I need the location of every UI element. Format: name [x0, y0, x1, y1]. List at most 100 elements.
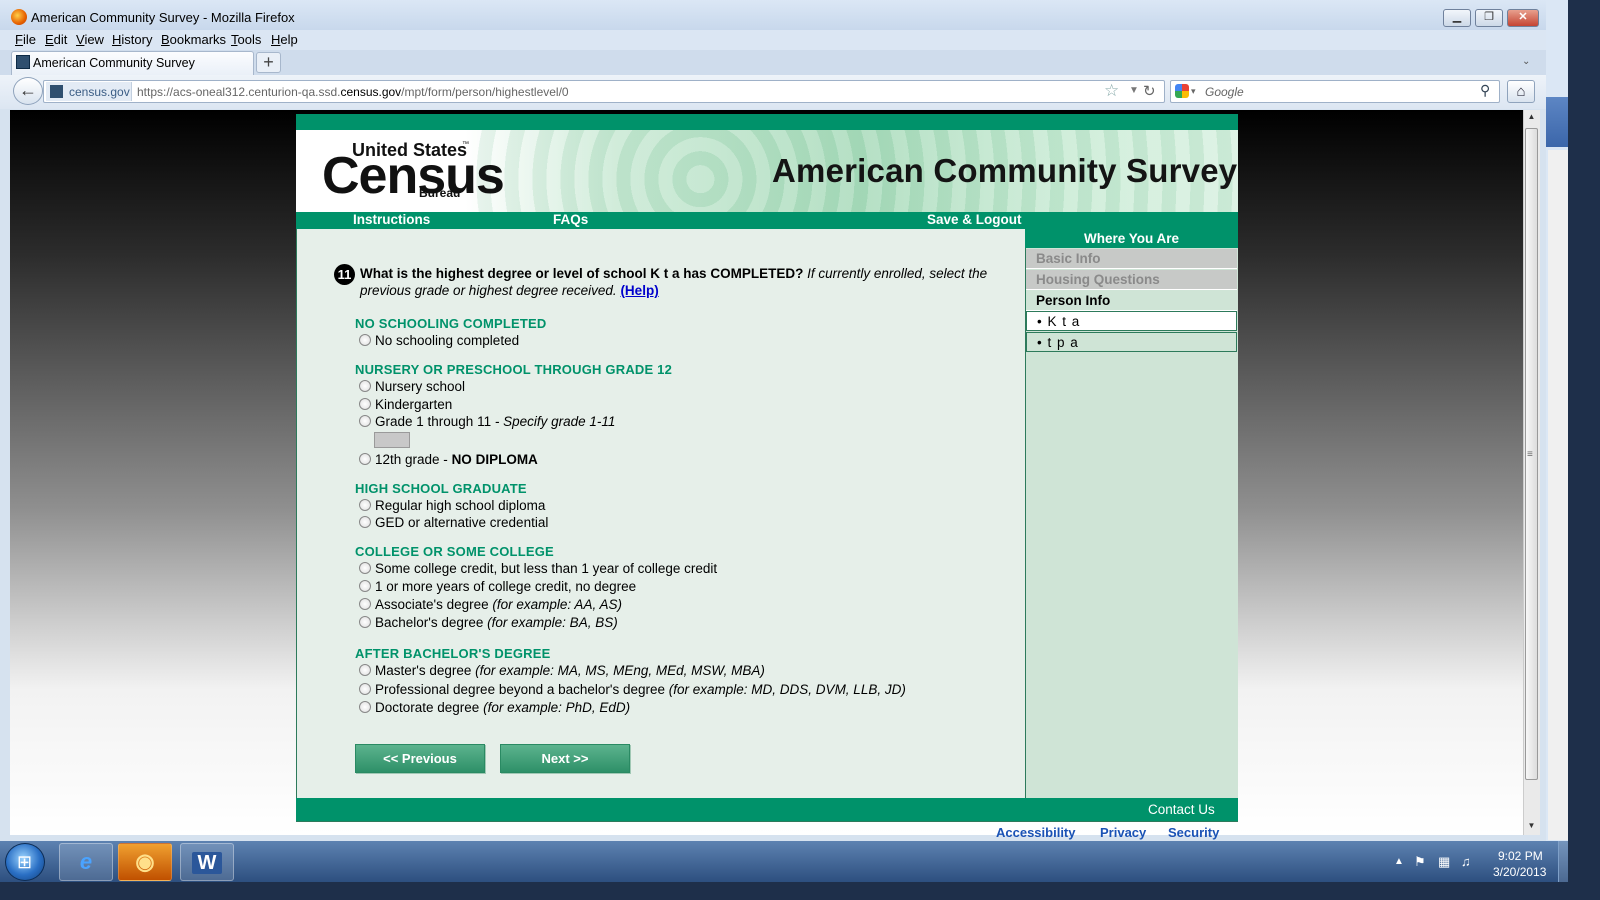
option-no-schooling[interactable]: No schooling completed	[359, 332, 519, 350]
option-label: Master's degree	[375, 663, 476, 678]
taskbar-internet-explorer[interactable]: e	[59, 843, 113, 881]
site-favicon-icon	[50, 85, 63, 98]
option-hint: (for example: MD, DDS, DVM, LLB, JD)	[668, 682, 906, 697]
option-ged[interactable]: GED or alternative credential	[359, 514, 548, 532]
menu-view[interactable]: View	[76, 32, 104, 47]
faqs-link[interactable]: FAQs	[553, 212, 588, 227]
menu-file[interactable]: File	[15, 32, 36, 47]
show-hidden-icons-button[interactable]: ▲	[1394, 856, 1404, 867]
option-bachelors-degree[interactable]: Bachelor's degree (for example: BA, BS)	[359, 614, 618, 632]
option-regular-diploma[interactable]: Regular high school diploma	[359, 497, 545, 515]
radio-button[interactable]	[359, 499, 371, 511]
option-professional-degree[interactable]: Professional degree beyond a bachelor's …	[359, 681, 906, 699]
census-logo[interactable]: Census	[322, 146, 505, 206]
question-number-badge: 11	[334, 264, 355, 285]
radio-button[interactable]	[359, 580, 371, 592]
radio-button[interactable]	[359, 380, 371, 392]
option-hint: - Specify grade 1-11	[491, 414, 616, 429]
new-tab-button[interactable]: +	[256, 52, 281, 73]
home-button[interactable]: ⌂	[1507, 80, 1535, 103]
radio-button[interactable]	[359, 562, 371, 574]
menu-edit[interactable]: Edit	[45, 32, 67, 47]
accessibility-link[interactable]: Accessibility	[996, 825, 1076, 840]
menu-tools[interactable]: Tools	[231, 32, 261, 47]
menu-label: ile	[22, 32, 36, 47]
option-grade-1-11[interactable]: Grade 1 through 11 - Specify grade 1-11	[359, 413, 615, 431]
taskbar-firefox[interactable]: ◉	[118, 843, 172, 881]
radio-button[interactable]	[359, 516, 371, 528]
window-title: American Community Survey - Mozilla Fire…	[31, 10, 295, 25]
search-icon[interactable]: ⚲	[1480, 82, 1490, 99]
back-button[interactable]: ←	[13, 77, 43, 105]
grade-specify-input[interactable]	[374, 432, 410, 448]
option-masters-degree[interactable]: Master's degree (for example: MA, MS, ME…	[359, 662, 765, 680]
show-desktop-button[interactable]	[1558, 841, 1568, 882]
menu-accel: E	[45, 32, 54, 47]
save-logout-link[interactable]: Save & Logout	[927, 212, 1022, 227]
radio-button[interactable]	[359, 664, 371, 676]
privacy-link[interactable]: Privacy	[1100, 825, 1146, 840]
option-label: No schooling completed	[375, 333, 520, 348]
volume-icon[interactable]: ♫	[1461, 854, 1471, 869]
sidebar-item-basic-info[interactable]: Basic Info	[1026, 249, 1237, 269]
windows-taskbar	[0, 841, 1568, 882]
option-associates-degree[interactable]: Associate's degree (for example: AA, AS)	[359, 596, 622, 614]
clock-time[interactable]: 9:02 PM	[1498, 849, 1543, 863]
menu-bookmarks[interactable]: Bookmarks	[161, 32, 226, 47]
contact-us-link[interactable]: Contact Us	[1148, 802, 1215, 817]
radio-button[interactable]	[359, 616, 371, 628]
reload-icon[interactable]: ↻	[1143, 82, 1156, 100]
url-domain: census.gov	[340, 85, 402, 99]
menu-label: ookmarks	[169, 32, 227, 47]
option-hint: (for example: AA, AS)	[492, 597, 622, 612]
tab-list-icon[interactable]: ⌄	[1522, 56, 1530, 67]
radio-button[interactable]	[359, 598, 371, 610]
action-center-flag-icon[interactable]: ⚑	[1414, 854, 1426, 870]
minimize-button[interactable]: ▁	[1443, 9, 1471, 27]
option-some-college-credit[interactable]: Some college credit, but less than 1 yea…	[359, 560, 717, 578]
option-nursery-school[interactable]: Nursery school	[359, 378, 465, 396]
menu-accel: H	[271, 32, 281, 47]
maximize-button[interactable]: ❐	[1475, 9, 1503, 27]
radio-button[interactable]	[359, 334, 371, 346]
sidebar-person-kta[interactable]: • K t a	[1026, 311, 1237, 331]
previous-button[interactable]: << Previous	[355, 744, 485, 773]
site-identity-label: census.gov	[69, 85, 130, 99]
url-text[interactable]: https://acs-oneal312.centurion-qa.ssd.ce…	[137, 85, 569, 99]
option-emphasis: NO DIPLOMA	[451, 452, 538, 467]
option-label: Kindergarten	[375, 397, 453, 412]
firefox-icon: ◉	[135, 849, 155, 874]
network-icon[interactable]: ▦	[1438, 854, 1450, 870]
menu-history[interactable]: History	[112, 32, 152, 47]
google-engine-icon[interactable]	[1175, 84, 1189, 98]
menu-help[interactable]: Help	[271, 32, 298, 47]
history-dropdown-icon[interactable]: ▼	[1129, 85, 1139, 96]
engine-dropdown-icon[interactable]: ▾	[1191, 86, 1196, 97]
instructions-link[interactable]: Instructions	[353, 212, 430, 227]
radio-button[interactable]	[359, 398, 371, 410]
clock-date[interactable]: 3/20/2013	[1493, 865, 1546, 879]
sidebar-item-person-info[interactable]: Person Info	[1026, 291, 1237, 311]
security-link[interactable]: Security	[1168, 825, 1219, 840]
radio-button[interactable]	[359, 701, 371, 713]
sidebar-person-tpa[interactable]: • t p a	[1026, 332, 1237, 352]
bookmark-star-icon[interactable]: ☆	[1104, 82, 1119, 100]
search-input[interactable]: Google	[1205, 85, 1244, 99]
help-link[interactable]: (Help)	[620, 283, 658, 298]
radio-button[interactable]	[359, 453, 371, 465]
option-12th-grade-no-diploma[interactable]: 12th grade - NO DIPLOMA	[359, 451, 538, 469]
taskbar-word[interactable]: W	[180, 843, 234, 881]
section-heading-high-school: HIGH SCHOOL GRADUATE	[355, 481, 527, 496]
option-doctorate-degree[interactable]: Doctorate degree (for example: PhD, EdD)	[359, 699, 630, 717]
section-heading-nursery-grade12: NURSERY OR PRESCHOOL THROUGH GRADE 12	[355, 362, 673, 377]
sidebar-item-housing-questions[interactable]: Housing Questions	[1026, 270, 1237, 290]
scroll-down-icon[interactable]: ▼	[1523, 821, 1540, 830]
radio-button[interactable]	[359, 683, 371, 695]
radio-button[interactable]	[359, 415, 371, 427]
next-button[interactable]: Next >>	[500, 744, 630, 773]
option-college-no-degree[interactable]: 1 or more years of college credit, no de…	[359, 578, 636, 596]
option-kindergarten[interactable]: Kindergarten	[359, 396, 452, 414]
firefox-logo-icon	[11, 9, 27, 25]
close-window-button[interactable]: ✕	[1507, 9, 1539, 27]
scroll-up-icon[interactable]: ▲	[1523, 112, 1540, 121]
